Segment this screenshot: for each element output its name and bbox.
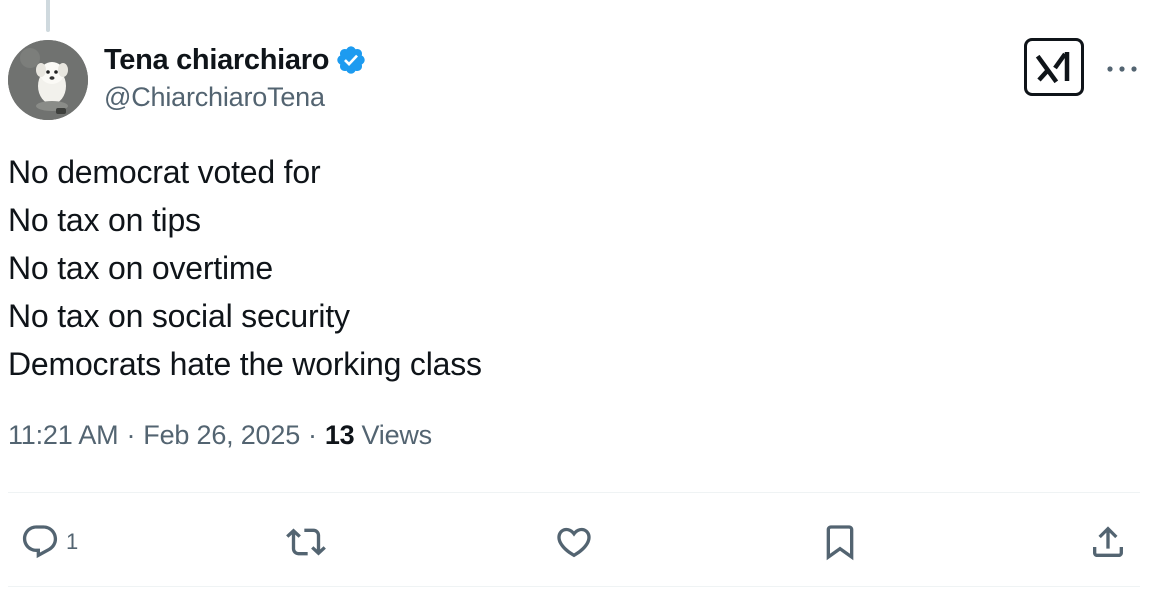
meta-separator: · (308, 420, 317, 450)
more-icon (1107, 66, 1137, 72)
tweet-line: Democrats hate the working class (8, 346, 482, 382)
views-label[interactable]: Views (361, 420, 432, 451)
share-icon (1093, 526, 1123, 557)
bookmark-icon (826, 525, 854, 561)
author-block: Tena chiarchiaro @ChiarchiaroTena (104, 42, 367, 113)
tweet-line: No tax on social security (8, 298, 350, 334)
share-button[interactable] (1088, 514, 1128, 570)
tweet-time[interactable]: 11:21 AM (8, 420, 119, 451)
tweet-line: No democrat voted for (8, 154, 321, 190)
bookmark-button[interactable] (820, 514, 860, 570)
reply-button[interactable]: 1 (20, 514, 78, 570)
verified-badge-icon[interactable] (335, 44, 367, 76)
action-bar: 1 (0, 514, 1176, 570)
views-count[interactable]: 13 (325, 420, 355, 451)
tweet-date[interactable]: Feb 26, 2025 (143, 420, 300, 451)
avatar[interactable] (8, 40, 88, 120)
meta-separator: · (126, 420, 136, 450)
white-dog-avatar-icon (8, 40, 88, 120)
like-button[interactable] (554, 514, 594, 570)
reply-count: 1 (66, 529, 79, 554)
author-handle[interactable]: @ChiarchiaroTena (104, 82, 367, 113)
grok-button[interactable] (1024, 38, 1084, 96)
tweet-line: No tax on tips (8, 202, 201, 238)
repost-button[interactable] (286, 514, 326, 570)
tweet-line: No tax on overtime (8, 250, 273, 286)
repost-icon (286, 528, 326, 556)
heart-icon (557, 527, 591, 558)
thread-line (46, 0, 50, 32)
more-options-button[interactable] (1104, 54, 1140, 84)
tweet-meta: 11:21 AM · Feb 26, 2025 · 13 Views (8, 420, 432, 451)
tweet-text: No democrat voted for No tax on tips No … (8, 148, 482, 388)
grok-icon (1035, 52, 1070, 84)
divider (8, 586, 1140, 587)
author-display-name[interactable]: Tena chiarchiaro (104, 44, 329, 77)
reply-icon (22, 525, 58, 559)
name-row: Tena chiarchiaro (104, 42, 367, 78)
divider (8, 492, 1140, 493)
